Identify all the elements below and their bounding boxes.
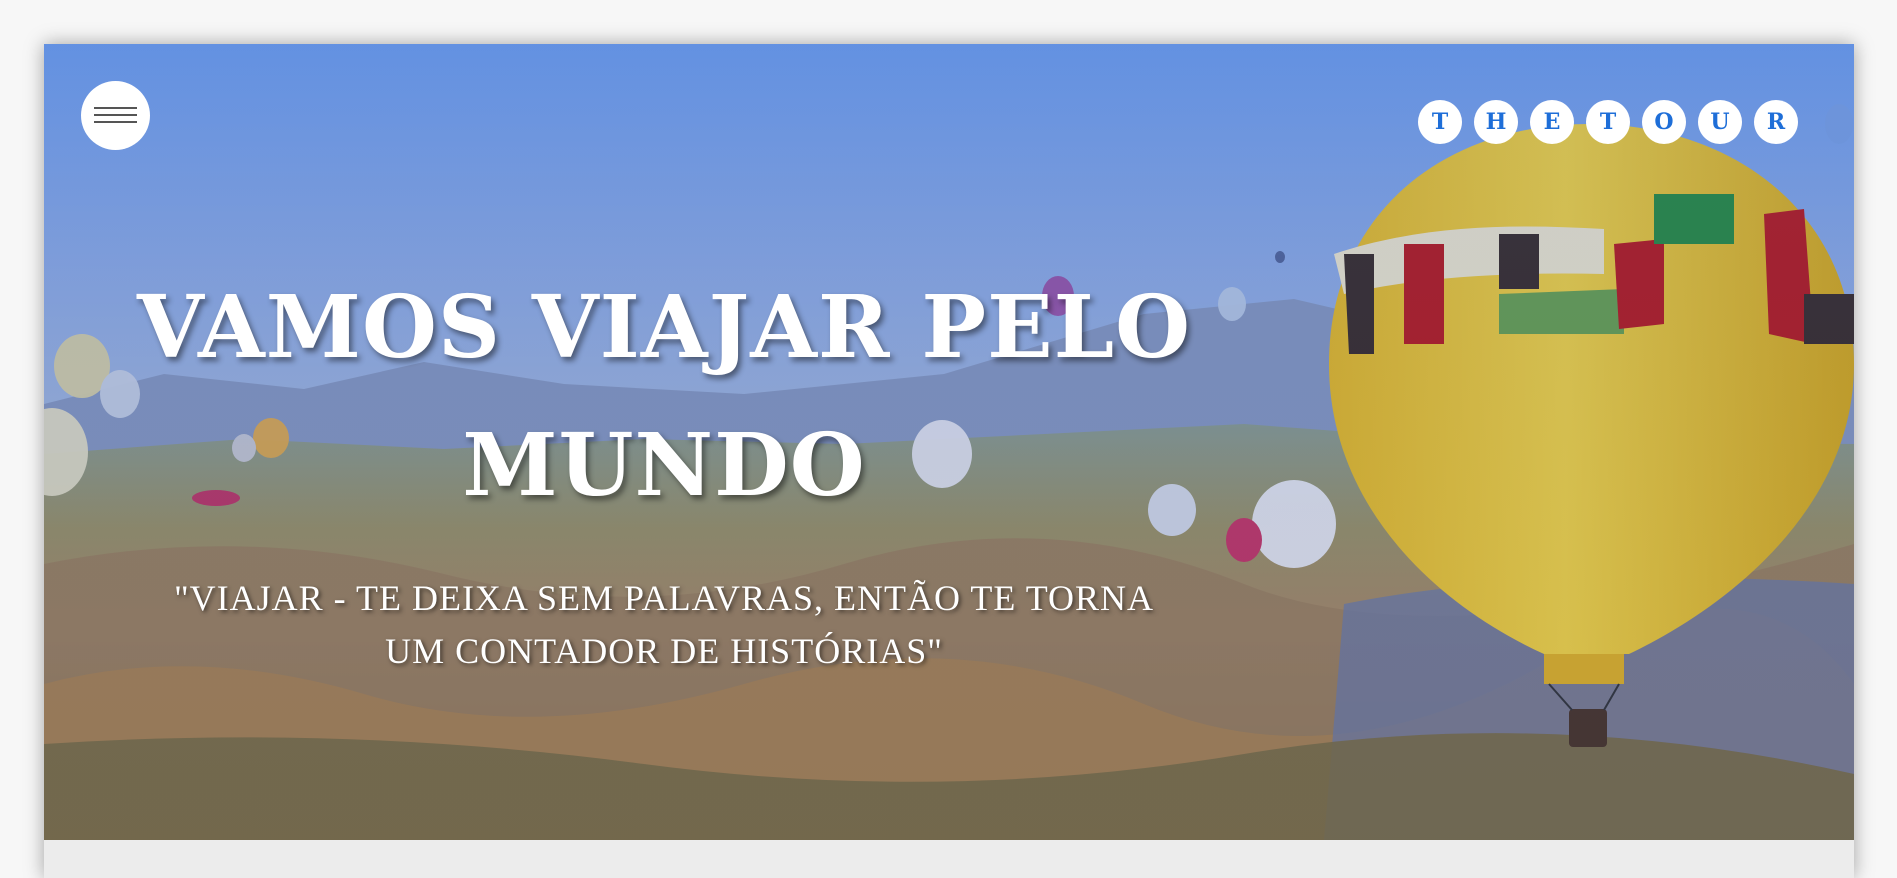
logo-letter: U bbox=[1698, 100, 1742, 144]
logo-letter: H bbox=[1474, 100, 1518, 144]
logo-letter: T bbox=[1418, 100, 1462, 144]
hero-headline: VAMOS VIAJAR PELO MUNDO bbox=[136, 277, 1192, 516]
logo-letter: E bbox=[1530, 100, 1574, 144]
logo-letter: R bbox=[1754, 100, 1798, 144]
hero-section: T H E T O U R VAMOS VIAJAR PELO MUNDO "V… bbox=[44, 44, 1854, 840]
page-container: T H E T O U R VAMOS VIAJAR PELO MUNDO "V… bbox=[44, 44, 1854, 878]
hero-quote: "VIAJAR - TE DEIXA SEM PALAVRAS, ENTÃO T… bbox=[173, 578, 1155, 671]
menu-button[interactable] bbox=[81, 81, 150, 150]
logo-letter: O bbox=[1642, 100, 1686, 144]
site-logo[interactable]: T H E T O U R bbox=[1418, 100, 1798, 144]
logo-letter: T bbox=[1586, 100, 1630, 144]
